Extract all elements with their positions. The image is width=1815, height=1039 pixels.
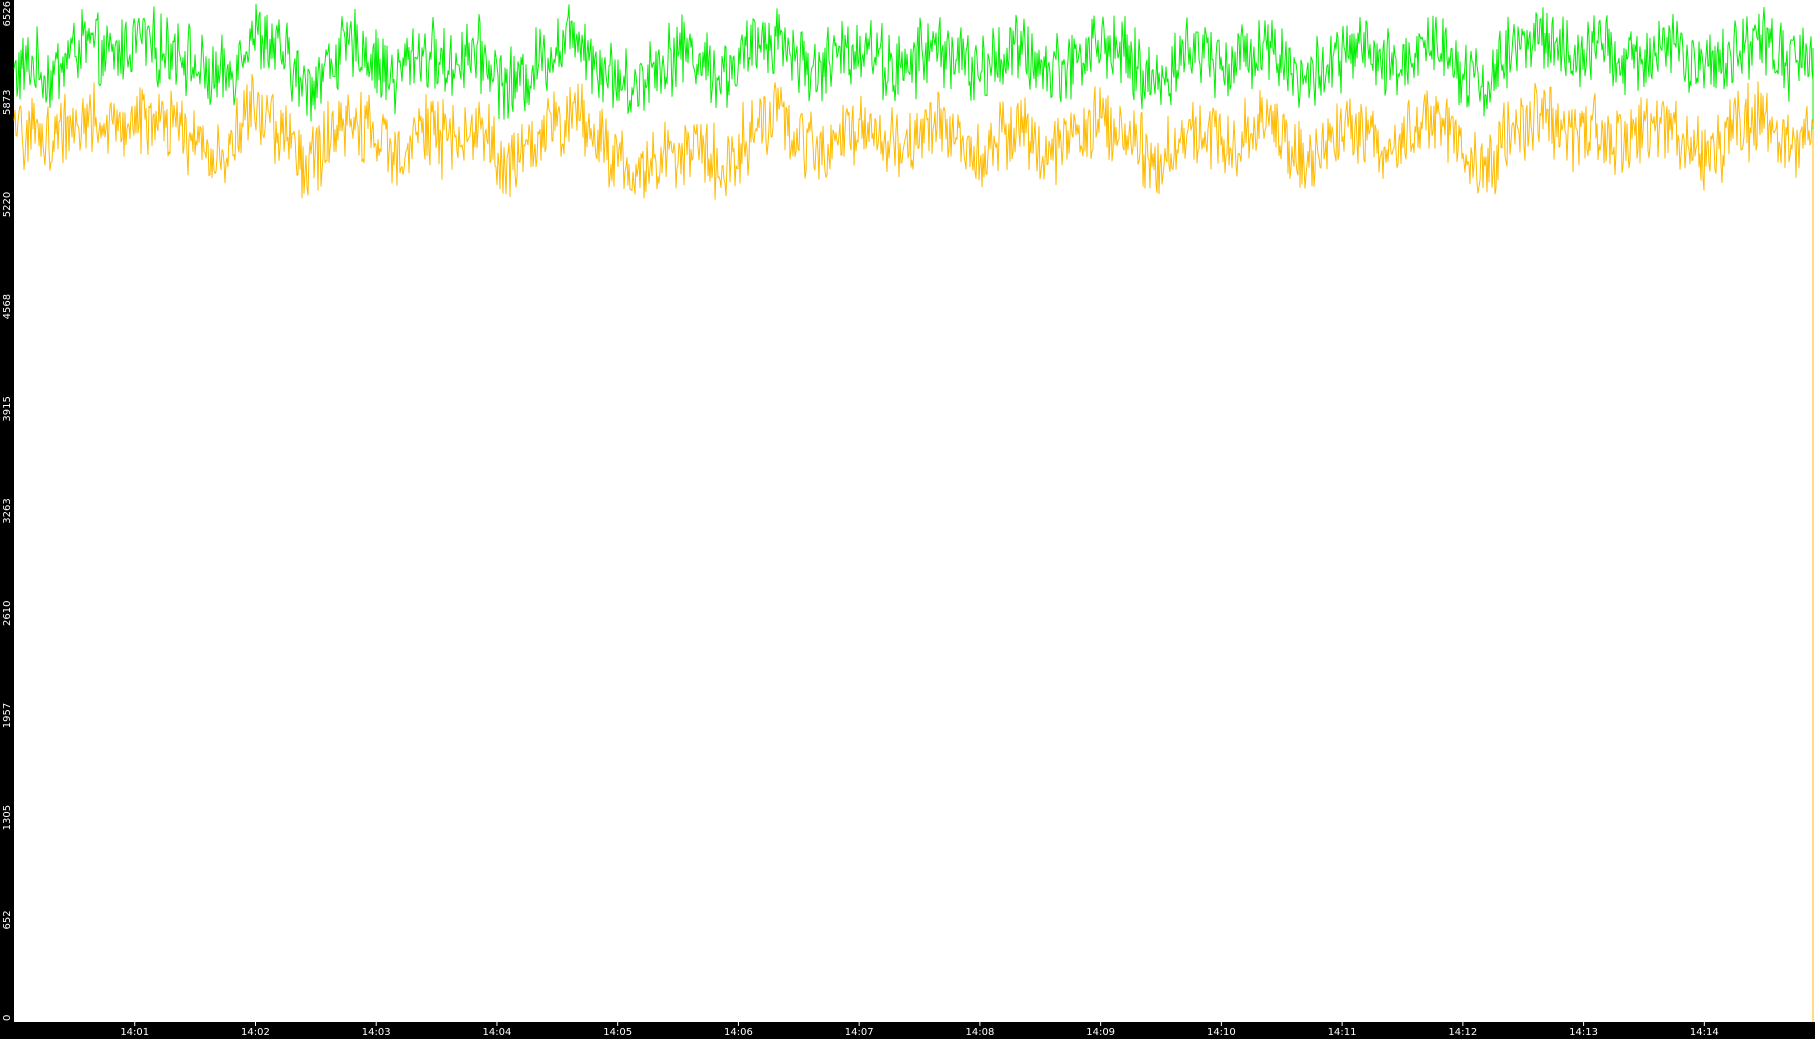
y-tick-label: 2610 <box>2 601 13 626</box>
y-tick-label: 1957 <box>2 703 13 728</box>
x-tick-label: 14:12 <box>1448 1027 1477 1038</box>
y-tick-label: 5873 <box>2 90 13 115</box>
x-tick-label: 14:03 <box>362 1027 391 1038</box>
x-tick-label: 14:06 <box>724 1027 753 1038</box>
x-tick-label: 14:09 <box>1086 1027 1115 1038</box>
y-axis: 0 652 1305 1957 2610 3263 3915 4568 5220 5873 6526 <box>2 1 13 1021</box>
x-tick-label: 14:07 <box>845 1027 874 1038</box>
x-tick-label: 14:13 <box>1569 1027 1598 1038</box>
x-tick-label: 14:14 <box>1690 1027 1719 1038</box>
plot-area <box>14 0 1815 1022</box>
y-tick-label: 3263 <box>2 498 13 523</box>
y-tick-label: 4568 <box>2 294 13 319</box>
y-tick-label: 3915 <box>2 396 13 421</box>
y-tick-label: 0 <box>2 1015 13 1021</box>
line-chart: 0 652 1305 1957 2610 3263 3915 4568 5220 5873 6526… <box>2 0 1815 1038</box>
chart-container: 0 652 1305 1957 2610 3263 3915 4568 5220 5873 6526… <box>0 0 1815 1039</box>
x-axis: 14:01 14:02 14:03 14:04 14:05 14:06 14:07 14:08… <box>120 1022 1719 1038</box>
y-tick-label: 5220 <box>2 192 13 217</box>
y-tick-label: 6526 <box>2 1 13 26</box>
x-tick-label: 14:11 <box>1328 1027 1357 1038</box>
x-tick-label: 14:10 <box>1207 1027 1236 1038</box>
y-tick-label: 652 <box>2 910 13 929</box>
x-tick-label: 14:08 <box>965 1027 994 1038</box>
x-tick-label: 14:02 <box>241 1027 270 1038</box>
y-tick-label: 1305 <box>2 805 13 830</box>
x-tick-label: 14:04 <box>483 1027 512 1038</box>
x-tick-label: 14:05 <box>603 1027 632 1038</box>
x-tick-label: 14:01 <box>120 1027 149 1038</box>
